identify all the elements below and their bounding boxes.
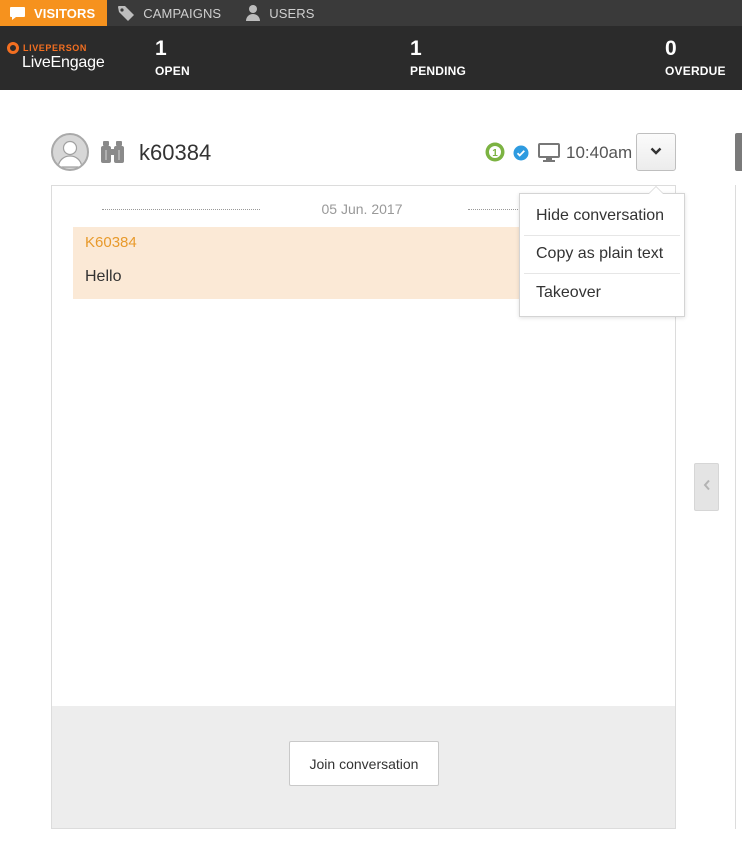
stat-pending-label: PENDING (410, 64, 467, 78)
collapse-panel-handle[interactable] (694, 463, 719, 511)
chat-bubble-icon (9, 6, 26, 21)
binoculars-icon[interactable] (100, 140, 126, 169)
stat-overdue-count: 0 (665, 37, 677, 60)
right-panel-edge (735, 185, 742, 829)
tag-icon (117, 5, 135, 22)
tab-users[interactable]: USERS (235, 0, 328, 26)
top-nav: VISITORS CAMPAIGNS USERS (0, 0, 742, 26)
tab-users-label: USERS (269, 5, 315, 21)
visitor-avatar (51, 133, 89, 171)
svg-text:1: 1 (492, 148, 498, 159)
transcript-footer: Join conversation (52, 706, 675, 828)
right-panel-tab[interactable] (735, 133, 742, 171)
liveperson-ring-icon (7, 42, 19, 54)
menu-item-hide-conversation[interactable]: Hide conversation (524, 197, 680, 235)
message-text: Hello (85, 268, 122, 285)
menu-item-takeover[interactable]: Takeover (524, 274, 680, 312)
conversation-menu: Hide conversation Copy as plain text Tak… (519, 186, 685, 317)
engagement-badge-icon: 1 (484, 141, 506, 163)
stats-bar: LIVEPERSON LiveEngage 1 OPEN 1 PENDING 0… (0, 26, 742, 90)
stat-pending[interactable]: 1 PENDING (410, 37, 467, 79)
stat-open[interactable]: 1 OPEN (155, 37, 190, 79)
stat-open-label: OPEN (155, 64, 190, 78)
stat-overdue-label: OVERDUE (665, 64, 726, 78)
avatar-silhouette-icon (57, 140, 83, 168)
logo-name: LiveEngage (22, 54, 105, 71)
user-icon (245, 4, 261, 22)
tab-visitors-label: VISITORS (34, 5, 96, 21)
liveperson-logo: LIVEPERSON LiveEngage (7, 42, 105, 72)
logo-top-text: LIVEPERSON (23, 43, 88, 53)
verified-check-icon (513, 145, 529, 161)
join-conversation-button[interactable]: Join conversation (289, 741, 439, 786)
stat-open-count: 1 (155, 37, 167, 60)
stat-overdue[interactable]: 0 OVERDUE (665, 37, 726, 79)
chevron-left-icon (703, 478, 711, 496)
visitor-id: k60384 (139, 140, 212, 165)
desktop-device-icon (538, 143, 560, 163)
conversation-menu-button[interactable] (636, 133, 676, 171)
menu-caret (648, 186, 664, 194)
tab-campaigns-label: CAMPAIGNS (143, 5, 222, 21)
menu-item-copy-plain-text[interactable]: Copy as plain text (524, 235, 680, 273)
chevron-down-icon (650, 143, 662, 161)
conversation-time: 10:40am (566, 143, 633, 162)
stat-pending-count: 1 (410, 37, 422, 60)
message-sender: K60384 (85, 234, 137, 251)
tab-campaigns[interactable]: CAMPAIGNS (107, 0, 235, 26)
tab-visitors[interactable]: VISITORS (0, 0, 108, 26)
